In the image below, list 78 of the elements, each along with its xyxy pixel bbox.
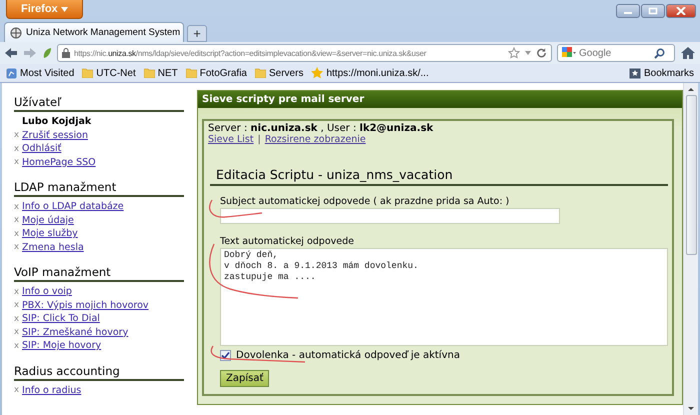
form-heading: Editacia Scriptu - uniza_nms_vacation bbox=[210, 167, 668, 186]
bullet-mark: x bbox=[14, 228, 20, 239]
sidebar-link[interactable]: Info o radius bbox=[22, 384, 82, 396]
sidebar-link[interactable]: Moje služby bbox=[22, 228, 78, 240]
new-tab-button[interactable]: + bbox=[187, 25, 207, 42]
scroll-thumb[interactable] bbox=[686, 95, 696, 255]
message-field[interactable]: Dobrý deň, v dňoch 8. a 9.1.2013 mám dovolenku. zastupuje ma .... bbox=[220, 248, 668, 346]
star-icon bbox=[311, 67, 324, 79]
bookmark-item[interactable]: Servers bbox=[255, 68, 304, 78]
bullet-mark: x bbox=[14, 144, 20, 154]
chart-icon bbox=[6, 68, 17, 78]
reload-icon[interactable] bbox=[536, 47, 547, 59]
server-info: Server : nic.uniza.sk , User : lk2@uniza.sk bbox=[208, 123, 434, 134]
bullet-mark: x bbox=[14, 157, 20, 168]
sidebar-link[interactable]: Info o LDAP databáze bbox=[22, 201, 124, 212]
back-icon[interactable] bbox=[4, 47, 18, 59]
panel-title: Sieve scripty pre mail server bbox=[198, 91, 682, 108]
minimize-button[interactable] bbox=[616, 4, 640, 18]
user-name: Lubo Kojdjak bbox=[21, 116, 92, 128]
address-bar[interactable]: https://nic.uniza.sk/nms/ldap/sieve/editscript?action=editsimplevacation&view=&server=nic.uniza.sk&user bbox=[57, 44, 552, 62]
save-button[interactable]: Zapísať bbox=[220, 370, 270, 387]
globe-icon bbox=[10, 26, 22, 38]
bookmarks-menu-button[interactable]: Bookmarks bbox=[628, 68, 694, 78]
restore-button[interactable] bbox=[641, 4, 665, 18]
panel-link[interactable]: Sieve List bbox=[208, 134, 254, 145]
vacation-label: Dovolenka - automatická odpoveď je aktívna bbox=[236, 350, 460, 361]
sidebar-link[interactable]: SIP: Moje hovory bbox=[22, 340, 102, 352]
sidebar-link[interactable]: PBX: Výpis mojich hovorov bbox=[22, 300, 149, 311]
sidebar-link[interactable]: Zrušiť session bbox=[22, 130, 88, 141]
folder-icon bbox=[82, 68, 94, 78]
bookmark-item[interactable]: FotoGrafia bbox=[186, 68, 247, 78]
section-heading: Radius accounting bbox=[14, 364, 184, 380]
bookmark-item[interactable]: NET bbox=[144, 68, 178, 78]
search-engine-icon[interactable] bbox=[562, 47, 576, 59]
sidebar-link[interactable]: Zmena hesla bbox=[22, 242, 84, 253]
restore-icon bbox=[648, 7, 658, 15]
section-heading: LDAP manažment bbox=[14, 180, 184, 197]
bullet-mark: x bbox=[14, 130, 20, 140]
bookmark-item[interactable]: UTC-Net bbox=[82, 68, 136, 78]
star-icon[interactable] bbox=[508, 47, 520, 59]
bullet-mark: x bbox=[14, 327, 20, 338]
sidebar-link[interactable]: HomePage SSO bbox=[22, 156, 96, 168]
bullet-mark: x bbox=[14, 340, 20, 351]
sidebar-link[interactable]: SIP: Zmeškané hovory bbox=[22, 326, 128, 338]
panel-link[interactable]: Rozsirene zobrazenie bbox=[264, 134, 366, 145]
bullet-mark: x bbox=[14, 202, 20, 212]
bullet-mark: x bbox=[14, 286, 20, 297]
close-button[interactable] bbox=[666, 4, 696, 18]
search-icon[interactable] bbox=[654, 48, 665, 58]
subject-field[interactable] bbox=[220, 208, 560, 224]
search-bar[interactable]: Google bbox=[557, 44, 675, 62]
bullet-mark: x bbox=[14, 314, 20, 324]
bookmark-item[interactable]: https://moni.uniza.sk/... bbox=[311, 67, 429, 79]
bullet-mark: x bbox=[14, 385, 20, 396]
bookmarks-icon bbox=[628, 68, 641, 78]
bullet-mark: x bbox=[14, 242, 20, 252]
leaf-icon[interactable] bbox=[42, 47, 52, 59]
bookmark-item[interactable]: Most Visited bbox=[6, 68, 74, 78]
folder-icon bbox=[255, 68, 266, 78]
browser-tab[interactable]: Uniza Network Management System bbox=[4, 22, 184, 42]
sidebar-link[interactable]: Info o voip bbox=[22, 286, 72, 298]
sidebar-link[interactable]: Moje údaje bbox=[22, 214, 74, 226]
scrollbar-track[interactable] bbox=[683, 83, 698, 415]
sidebar-link[interactable]: SIP: Click To Dial bbox=[22, 313, 100, 324]
subject-label: Subject automatickej odpovede ( ak prazdne prida sa Auto: ) bbox=[220, 196, 510, 207]
sidebar-link[interactable]: Odhlásiť bbox=[22, 143, 62, 154]
home-icon[interactable] bbox=[680, 46, 696, 60]
caret-icon bbox=[60, 7, 68, 12]
lock-icon bbox=[62, 48, 70, 58]
section-heading: Užívateľ bbox=[14, 95, 184, 112]
bullet-mark: x bbox=[14, 300, 20, 310]
text-label: Text automatickej odpovede bbox=[220, 236, 354, 247]
link-separator: | bbox=[258, 134, 261, 145]
bullet-mark: x bbox=[14, 215, 20, 226]
folder-icon bbox=[186, 68, 197, 78]
close-icon bbox=[676, 7, 686, 15]
section-heading: VoIP manažment bbox=[14, 265, 184, 282]
folder-icon bbox=[144, 68, 155, 78]
